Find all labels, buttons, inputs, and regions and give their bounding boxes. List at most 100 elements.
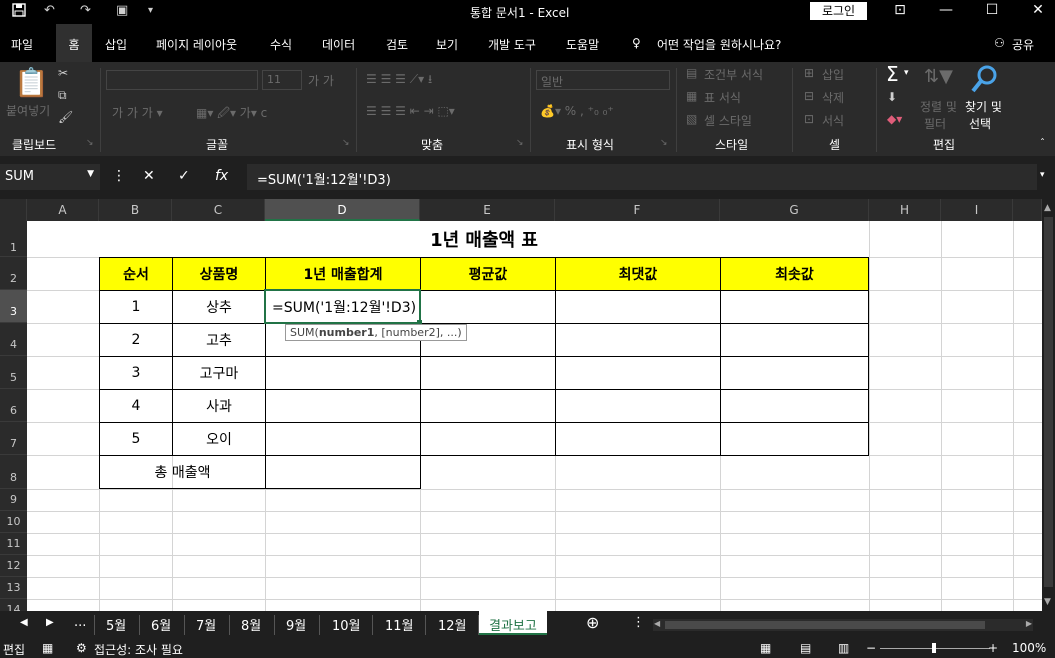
min-cell[interactable] [720, 323, 869, 357]
vertical-scroll-thumb[interactable] [1044, 217, 1053, 587]
fill-icon[interactable]: ⬇ [887, 90, 897, 104]
sheet-tab-sep[interactable]: 9월 [286, 615, 306, 634]
scroll-down-icon[interactable]: ▼ [1044, 597, 1051, 607]
average-cell[interactable] [420, 356, 556, 390]
customize-toolbar-icon[interactable]: ▾ [148, 5, 153, 16]
column-header-i[interactable]: I [941, 199, 1013, 221]
more-options-icon[interactable]: ⋮ [112, 168, 126, 184]
row-header-3[interactable]: 3 [0, 290, 27, 323]
min-cell[interactable] [720, 422, 869, 456]
sheet-tab-dec[interactable]: 12월 [438, 615, 467, 634]
format-cells-icon[interactable]: ⊡ [804, 112, 814, 126]
horizontal-scroll-thumb[interactable] [665, 621, 985, 629]
conditional-format-icon[interactable]: ▤ [686, 66, 697, 80]
column-header-f[interactable]: F [555, 199, 720, 221]
sort-filter-label[interactable]: 정렬 및 [920, 98, 957, 115]
insert-cells-button[interactable]: 삽입 [822, 66, 844, 83]
scroll-left-icon[interactable]: ◀ [654, 619, 660, 628]
tab-formulas[interactable]: 수식 [270, 36, 292, 53]
more-sheets-button[interactable]: ... [74, 615, 86, 630]
max-cell[interactable] [555, 290, 721, 324]
insert-cells-icon[interactable]: ⊞ [804, 66, 814, 80]
paste-label[interactable]: 붙여넣기 [6, 102, 50, 119]
total-label-cell[interactable]: 총 매출액 [99, 455, 266, 489]
header-cell-average[interactable]: 평균값 [420, 257, 556, 291]
header-cell-order[interactable]: 순서 [99, 257, 173, 291]
bold-icon[interactable]: 가 가 가 ▾ [112, 104, 163, 121]
close-icon[interactable]: ✕ [1028, 2, 1048, 18]
alignment-launcher-icon[interactable]: ↘ [516, 138, 524, 148]
header-cell-product[interactable]: 상품명 [172, 257, 266, 291]
tab-home[interactable]: 홈 [56, 24, 92, 62]
tab-insert[interactable]: 삽입 [105, 36, 127, 53]
font-size-box[interactable]: 11 [262, 70, 302, 90]
zoom-in-icon[interactable]: + [988, 641, 998, 655]
max-cell[interactable] [555, 422, 721, 456]
row-header-1[interactable]: 1 [0, 221, 27, 257]
tell-me-search[interactable]: 어떤 작업을 원하시나요? [657, 36, 781, 53]
row-header-10[interactable]: 10 [0, 511, 27, 533]
cell-style-icon[interactable]: ▧ [686, 112, 697, 126]
order-cell[interactable]: 5 [99, 422, 173, 456]
accessibility-status[interactable]: 접근성: 조사 필요 [94, 641, 183, 658]
find-select-label[interactable]: 찾기 및 [965, 98, 1002, 115]
column-header-j[interactable] [1013, 199, 1042, 221]
sheet-tab-may[interactable]: 5월 [106, 615, 126, 634]
redo-icon[interactable]: ↷ [80, 3, 91, 18]
share-button[interactable]: 공유 [1012, 36, 1034, 53]
name-box-dropdown-icon[interactable]: ▼ [87, 169, 94, 179]
accounting-icon[interactable]: 💰▾ % , ⁺₀ ₀⁺ [540, 104, 614, 118]
sheet-tab-jun[interactable]: 6월 [151, 615, 171, 634]
sort-filter-icon[interactable]: ⇅▼ [924, 66, 953, 87]
row-header-5[interactable]: 5 [0, 356, 27, 389]
zoom-level[interactable]: 100% [1012, 641, 1046, 655]
enter-icon[interactable]: ✓ [178, 168, 190, 184]
prev-sheet-icon[interactable]: ◀ [20, 617, 28, 628]
row-header-13[interactable]: 13 [0, 577, 27, 599]
function-argument-tooltip[interactable]: SUM(number1, [number2], ...) [285, 324, 467, 341]
header-cell-max[interactable]: 최댓값 [555, 257, 721, 291]
product-cell[interactable]: 상추 [172, 290, 266, 324]
insert-function-icon[interactable]: fx [215, 168, 228, 184]
collapse-ribbon-icon[interactable]: ˆ [1040, 138, 1045, 149]
row-header-6[interactable]: 6 [0, 389, 27, 422]
header-cell-annual-sales[interactable]: 1년 매출합계 [265, 257, 421, 291]
row-header-12[interactable]: 12 [0, 555, 27, 577]
min-cell[interactable] [720, 290, 869, 324]
average-cell[interactable] [420, 422, 556, 456]
max-cell[interactable] [555, 356, 721, 390]
camera-icon[interactable]: ▣ [116, 3, 128, 18]
column-header-h[interactable]: H [869, 199, 941, 221]
min-cell[interactable] [720, 356, 869, 390]
conditional-format-button[interactable]: 조건부 서식 [704, 66, 763, 83]
font-name-box[interactable] [106, 70, 258, 90]
worksheet[interactable]: A B C D E F G H I 1 2 3 4 5 6 7 8 9 10 1… [0, 199, 1042, 611]
row-header-14[interactable]: 14 [0, 599, 27, 611]
row-header-8[interactable]: 8 [0, 455, 27, 489]
total-value-cell[interactable] [265, 455, 421, 489]
delete-cells-icon[interactable]: ⊟ [804, 89, 814, 103]
horizontal-scrollbar[interactable]: ◀ ▶ [653, 619, 1033, 631]
minimize-icon[interactable]: — [936, 2, 956, 18]
sheet-tab-oct[interactable]: 10월 [332, 615, 361, 634]
add-sheet-icon[interactable]: ⊕ [586, 613, 599, 632]
table-format-button[interactable]: 표 서식 [704, 89, 741, 106]
row-header-7[interactable]: 7 [0, 422, 27, 455]
zoom-slider-thumb[interactable] [932, 643, 936, 653]
font-launcher-icon[interactable]: ↘ [342, 138, 350, 148]
max-cell[interactable] [555, 389, 721, 423]
row-header-9[interactable]: 9 [0, 489, 27, 511]
next-sheet-icon[interactable]: ▶ [46, 617, 54, 628]
copy-icon[interactable]: ⧉ [58, 88, 67, 103]
scroll-up-icon[interactable]: ▲ [1044, 203, 1051, 213]
tab-file[interactable]: 파일 [11, 36, 33, 53]
cancel-icon[interactable]: ✕ [143, 168, 155, 184]
annual-sales-cell[interactable] [265, 356, 421, 390]
clear-icon[interactable]: ◆▾ [887, 112, 902, 126]
active-cell-d3[interactable]: =SUM('1월:12월'!D3) [264, 289, 421, 324]
name-box[interactable]: SUM ▼ [0, 164, 100, 190]
scroll-right-icon[interactable]: ▶ [1026, 619, 1032, 628]
cell-style-button[interactable]: 셀 스타일 [704, 112, 752, 129]
cut-icon[interactable]: ✂ [58, 66, 68, 80]
sheet-tab-aug[interactable]: 8월 [241, 615, 261, 634]
